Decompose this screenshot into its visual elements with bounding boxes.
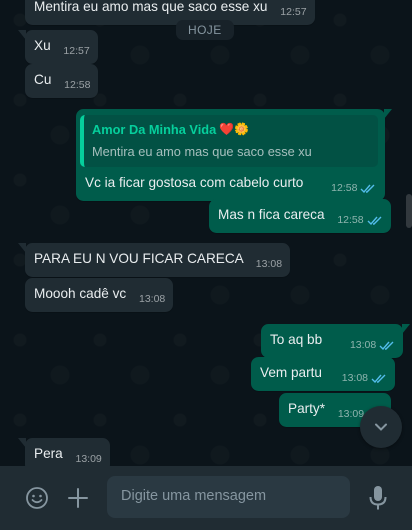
message-meta: 13:08	[256, 255, 282, 274]
quote-author-name: Amor Da Minha Vida	[92, 122, 217, 137]
message-time: 13:08	[341, 372, 369, 384]
emoji-icon	[26, 487, 48, 509]
message-outgoing[interactable]: Mas n fica careca 12:58	[209, 199, 391, 233]
message-text: PARA EU N VOU FICAR CARECA	[34, 251, 243, 266]
message-text: Pera	[34, 446, 63, 461]
attach-button[interactable]	[65, 485, 91, 511]
message-time: 13:09	[75, 453, 102, 465]
bubble-tail	[18, 438, 26, 448]
read-ticks-icon	[371, 374, 386, 384]
message-outgoing-reply[interactable]: Amor Da Minha Vida ❤️🌼 Mentira eu amo ma…	[76, 109, 392, 201]
message-composer: Digite uma mensagem	[0, 466, 412, 530]
quote-author: Amor Da Minha Vida ❤️🌼	[92, 120, 370, 139]
message-time: 12:57	[280, 6, 307, 18]
message-text: Mas n fica careca	[218, 207, 325, 222]
message-meta: 13:09	[76, 450, 102, 466]
message-incoming[interactable]: PARA EU N VOU FICAR CARECA 13:08	[18, 243, 291, 277]
message-text: To aq bb	[270, 332, 323, 347]
day-divider: HOJE	[176, 20, 234, 40]
message-meta: 13:08	[342, 369, 387, 388]
message-outgoing[interactable]: Vem partu 13:08	[251, 357, 396, 391]
message-text: Mentira eu amo mas que saco esse xu	[34, 0, 268, 14]
message-time: 12:58	[331, 182, 358, 194]
message-meta: 12:58	[331, 179, 376, 198]
bubble-tail	[402, 324, 411, 334]
message-outgoing[interactable]: To aq bb 13:08	[261, 324, 411, 358]
message-meta: 13:08	[139, 290, 165, 309]
message-input-placeholder: Digite uma mensagem	[121, 488, 267, 504]
message-time: 13:08	[138, 293, 166, 305]
bubble-tail	[18, 243, 26, 253]
message-text: Cu	[34, 72, 52, 87]
message-incoming[interactable]: Xu 12:57	[18, 30, 98, 64]
message-time: 12:57	[63, 45, 90, 57]
voice-message-button[interactable]	[366, 484, 390, 512]
mic-icon	[369, 486, 387, 510]
message-meta: 13:08	[350, 336, 395, 355]
read-ticks-icon	[379, 341, 394, 351]
message-incoming[interactable]: Cu 12:58	[25, 64, 99, 98]
read-ticks-icon	[360, 184, 375, 194]
message-meta: 12:58	[64, 76, 90, 95]
emoji-button[interactable]	[24, 485, 50, 511]
chevron-down-icon	[375, 423, 387, 431]
message-text: Vem partu	[260, 365, 322, 380]
message-incoming[interactable]: Mentira eu amo mas que saco esse xu 12:5…	[25, 0, 315, 25]
message-text: Party*	[288, 401, 326, 416]
message-meta: 12:57	[280, 3, 306, 22]
quote-author-emojis: ❤️🌼	[219, 122, 250, 136]
scroll-to-bottom-button[interactable]	[360, 406, 402, 448]
chat-scrollbar[interactable]	[406, 194, 412, 228]
read-ticks-icon	[367, 216, 382, 226]
message-time: 12:58	[337, 214, 364, 226]
message-text: Vc ia ficar gostosa com cabelo curto	[85, 175, 304, 190]
message-incoming[interactable]: Pera 13:09	[18, 438, 110, 466]
message-text: Xu	[34, 38, 51, 53]
message-time: 13:08	[255, 258, 283, 270]
message-text: Moooh cadê vc	[34, 286, 127, 301]
plus-icon	[68, 488, 88, 508]
message-input[interactable]: Digite uma mensagem	[107, 476, 350, 518]
message-meta: 12:58	[337, 211, 382, 230]
message-meta: 12:57	[63, 42, 89, 61]
bubble-tail	[384, 109, 392, 119]
message-time: 13:08	[349, 339, 377, 351]
quoted-message[interactable]: Amor Da Minha Vida ❤️🌼 Mentira eu amo ma…	[80, 115, 378, 167]
message-time: 12:58	[64, 79, 91, 91]
chat-area[interactable]: Mentira eu amo mas que saco esse xu 12:5…	[0, 0, 412, 466]
quote-text: Mentira eu amo mas que saco esse xu	[92, 144, 312, 159]
bubble-tail	[18, 30, 26, 40]
message-incoming[interactable]: Moooh cadê vc 13:08	[25, 278, 174, 312]
